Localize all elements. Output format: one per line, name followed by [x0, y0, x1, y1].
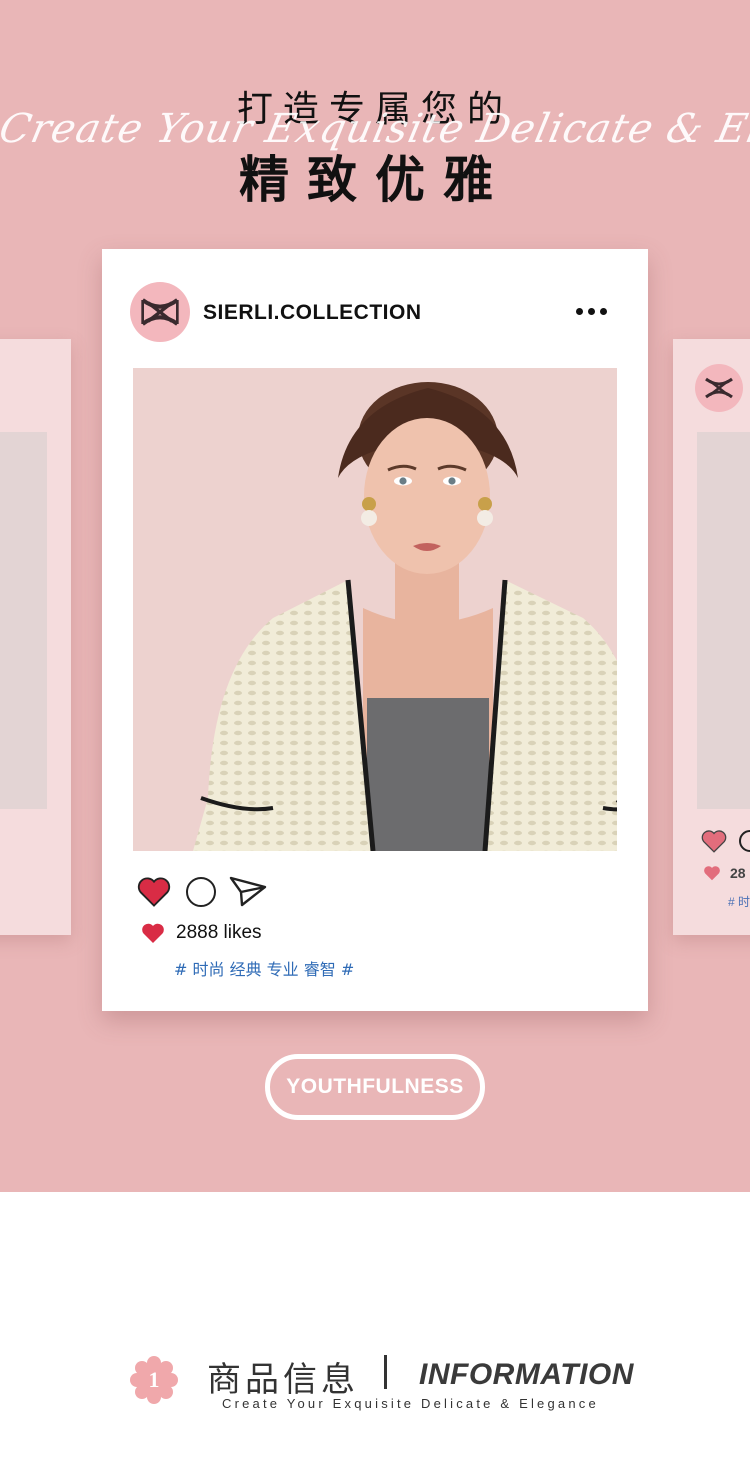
- side-card-right-image: [697, 432, 750, 809]
- number-badge: 1: [130, 1356, 178, 1404]
- logo-icon: [695, 364, 743, 412]
- heart-icon[interactable]: [701, 829, 727, 853]
- hero-title-line2: 精致优雅: [239, 151, 511, 209]
- divider: [384, 1355, 387, 1389]
- youthfulness-button[interactable]: YOUTHFULNESS: [265, 1054, 485, 1120]
- info-subtitle: Create Your Exquisite Delicate & Eleganc…: [222, 1396, 599, 1411]
- comment-icon[interactable]: [739, 830, 750, 852]
- post-card: SIERLI.COLLECTION 2888 likes # 时尚 经典 专业 …: [102, 249, 648, 1011]
- side-hashtags: # 时: [728, 895, 750, 909]
- account-name[interactable]: SIERLI.COLLECTION: [203, 301, 422, 325]
- badge-number: 1: [149, 1367, 160, 1392]
- post-photo: [133, 368, 617, 851]
- hashtags[interactable]: # 时尚 经典 专业 睿智 #: [174, 956, 354, 980]
- side-card-left-image: [0, 432, 47, 809]
- info-title-cn: 商品信息: [207, 1360, 359, 1400]
- info-title-en: INFORMATION: [419, 1358, 634, 1391]
- comment-icon[interactable]: [186, 877, 216, 907]
- side-card-right[interactable]: 28 # 时: [673, 339, 750, 935]
- more-icon[interactable]: [576, 308, 607, 315]
- likes-count[interactable]: 2888 likes: [176, 922, 262, 944]
- share-icon[interactable]: [228, 875, 268, 909]
- heart-icon: [142, 923, 164, 943]
- heart-icon: [704, 866, 720, 881]
- side-card-left[interactable]: [0, 339, 71, 935]
- logo-icon: [141, 298, 179, 326]
- heart-icon[interactable]: [137, 876, 171, 907]
- side-likes-count: 28: [730, 865, 746, 881]
- avatar[interactable]: [130, 282, 190, 342]
